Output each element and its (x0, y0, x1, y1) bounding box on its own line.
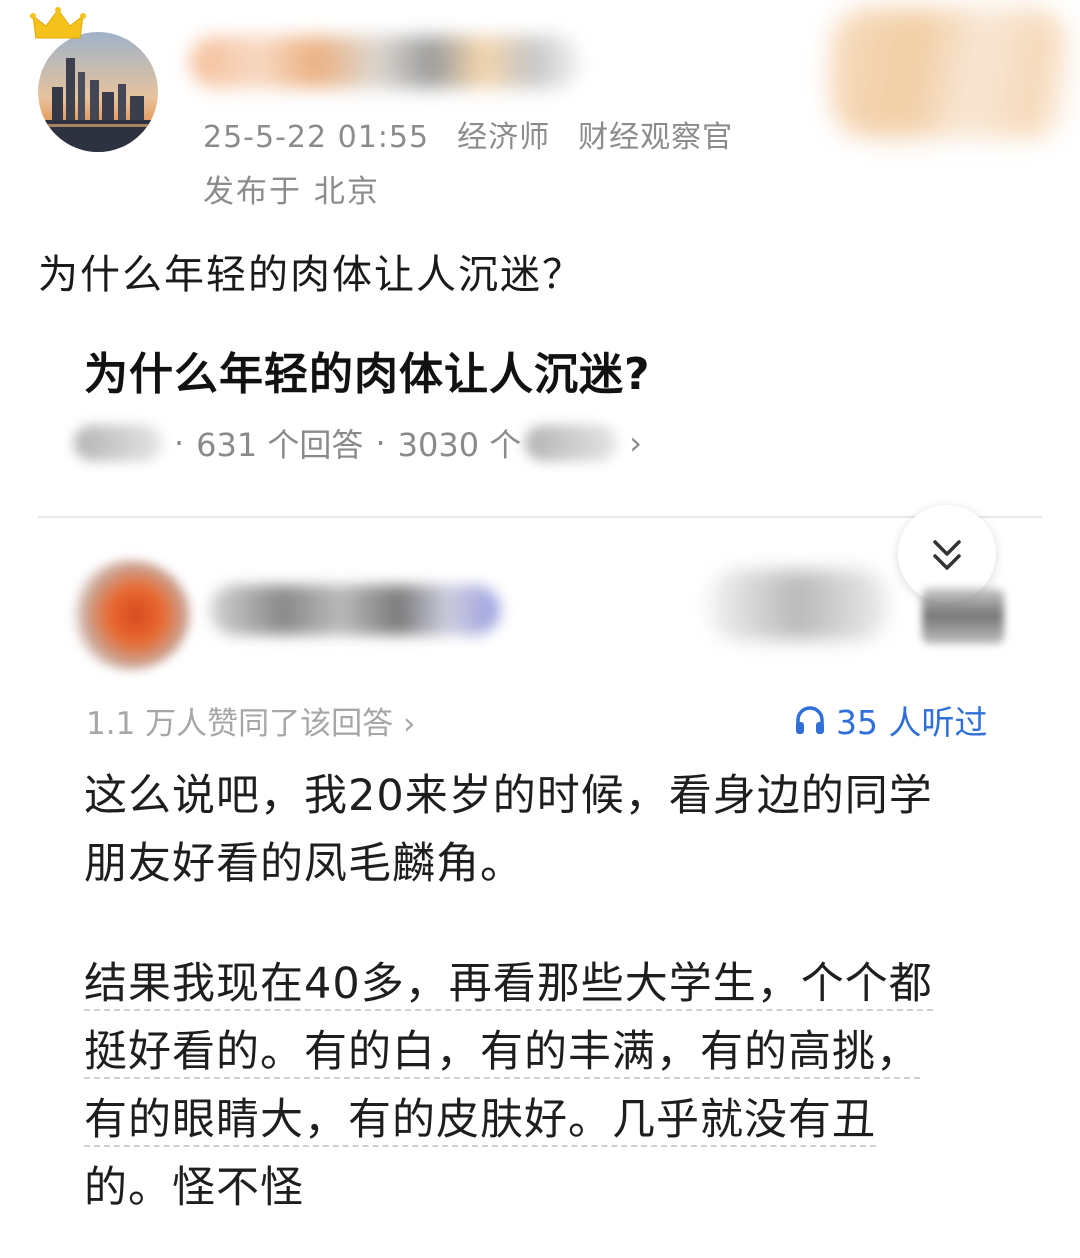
redacted-chip (74, 425, 162, 461)
author-tag: 财经观察官 (578, 120, 734, 155)
question-title[interactable]: 为什么年轻的肉体让人沉迷? (84, 338, 651, 402)
answerer-avatar[interactable] (70, 560, 190, 670)
post-time: 25-5-22 01:55 (203, 120, 430, 155)
headphones-icon (796, 706, 824, 734)
redacted-area (922, 588, 1004, 644)
crown-icon (30, 6, 86, 46)
chevron-double-down-icon (933, 540, 961, 570)
answer-line: 朋友好看的凤毛麟角。 (84, 839, 524, 889)
answer-paragraph: 结果我现在40多，再看那些大学生，个个都 挺好看的。有的白，有的丰满，有的高挑，… (84, 950, 994, 1222)
redacted-area (708, 570, 888, 640)
answerer-name-redacted[interactable] (210, 585, 500, 635)
listen-count[interactable]: 35 人听过 (794, 696, 987, 744)
answer-count: 631 个回答 (196, 426, 364, 464)
answer-line: 这么说吧，我20来岁的时候，看身边的同学 (84, 771, 933, 821)
post-text: 为什么年轻的肉体让人沉迷？ (38, 252, 584, 298)
top-right-redacted (830, 8, 1070, 138)
follow-count: 3030 个 (397, 426, 522, 464)
listen-count-label: 35 人听过 (836, 703, 988, 742)
upvote-summary[interactable]: 1.1 万人赞同了该回答 › (86, 698, 415, 743)
redacted-chip (525, 425, 618, 461)
answer-line: 结果我现在40多，再看那些大学生，个个都 (84, 959, 933, 1011)
chevron-right-icon: › (629, 424, 643, 462)
answer-line: 挺好看的。有的白，有的丰满，有的高挑， (84, 1027, 920, 1079)
question-stats[interactable]: · 631 个回答 · 3030 个 › (74, 418, 642, 468)
author-tag: 经济师 (457, 120, 551, 155)
post-meta: 25-5-22 01:55 经济师 财经观察官 (203, 112, 761, 156)
answer-line: 的。怪不怪 (84, 1163, 304, 1213)
answer-line: 有的眼睛大，有的皮肤好。几乎就没有丑 (84, 1095, 876, 1147)
author-name-redacted[interactable] (190, 36, 580, 88)
divider (38, 516, 1042, 518)
stat-separator: · (174, 424, 185, 462)
stat-separator: · (375, 424, 386, 462)
author-avatar[interactable] (38, 32, 158, 152)
answer-paragraph: 这么说吧，我20来岁的时候，看身边的同学 朋友好看的凤毛麟角。 (84, 762, 994, 898)
post-location: 发布于 北京 (203, 174, 380, 210)
